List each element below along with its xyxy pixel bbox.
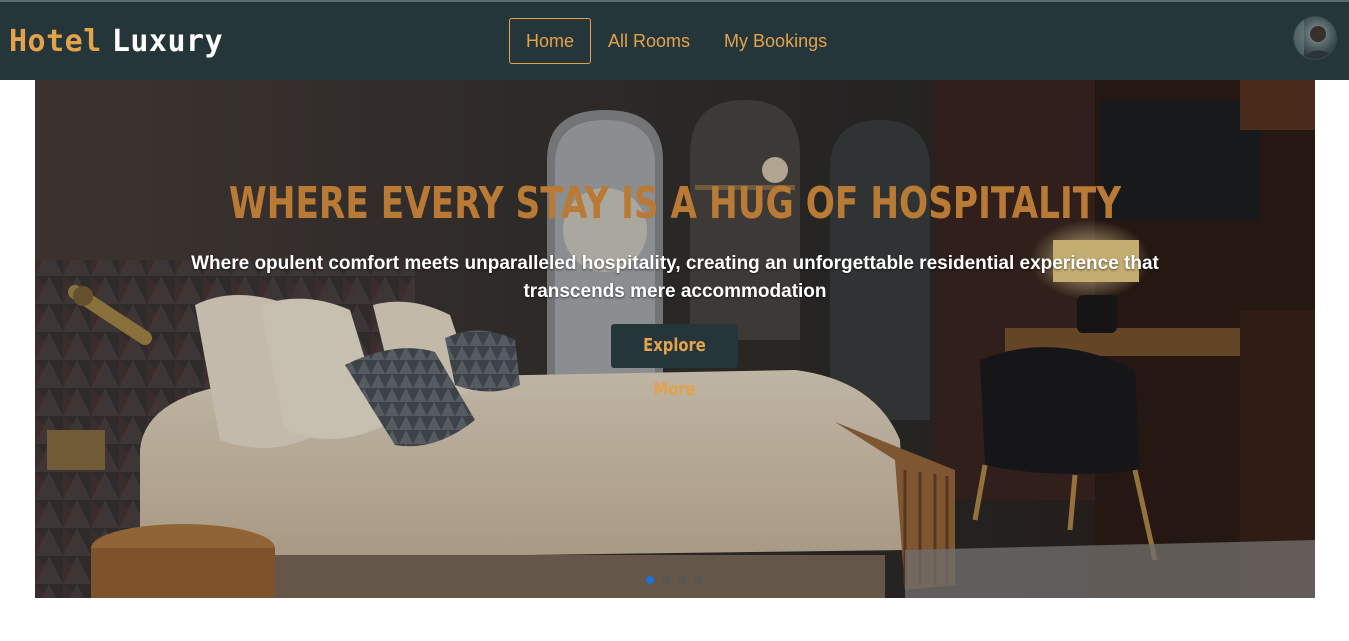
hero-carousel: WHERE EVERY STAY IS A HUG OF HOSPITALITY… [35,80,1315,598]
main-nav: Home All Rooms My Bookings [509,18,844,64]
user-avatar-icon[interactable] [1293,16,1337,60]
brand-part-hotel: Hotel [9,24,102,59]
brand-logo[interactable]: Hotel Luxury [9,22,223,62]
hero-subline: Where opulent comfort meets unparalleled… [191,253,1159,302]
carousel-dot-1[interactable] [646,576,654,584]
navbar: Hotel Luxury Home All Rooms My Bookings [0,2,1349,80]
carousel-dot-2[interactable] [662,576,670,584]
carousel-indicators [646,576,710,586]
carousel-dot-4[interactable] [694,576,702,584]
nav-all-rooms[interactable]: All Rooms [591,18,707,64]
nav-home[interactable]: Home [509,18,592,64]
explore-more-label: Explore More [643,335,706,400]
hero-headline: WHERE EVERY STAY IS A HUG OF HOSPITALITY [228,178,1122,229]
explore-more-button[interactable]: Explore More [611,324,738,400]
avatar-silhouette [1294,17,1333,59]
carousel-dot-3[interactable] [678,576,686,584]
nav-my-bookings[interactable]: My Bookings [707,18,844,64]
hero-content: WHERE EVERY STAY IS A HUG OF HOSPITALITY… [35,80,1315,598]
brand-part-luxury: Luxury [111,24,224,59]
